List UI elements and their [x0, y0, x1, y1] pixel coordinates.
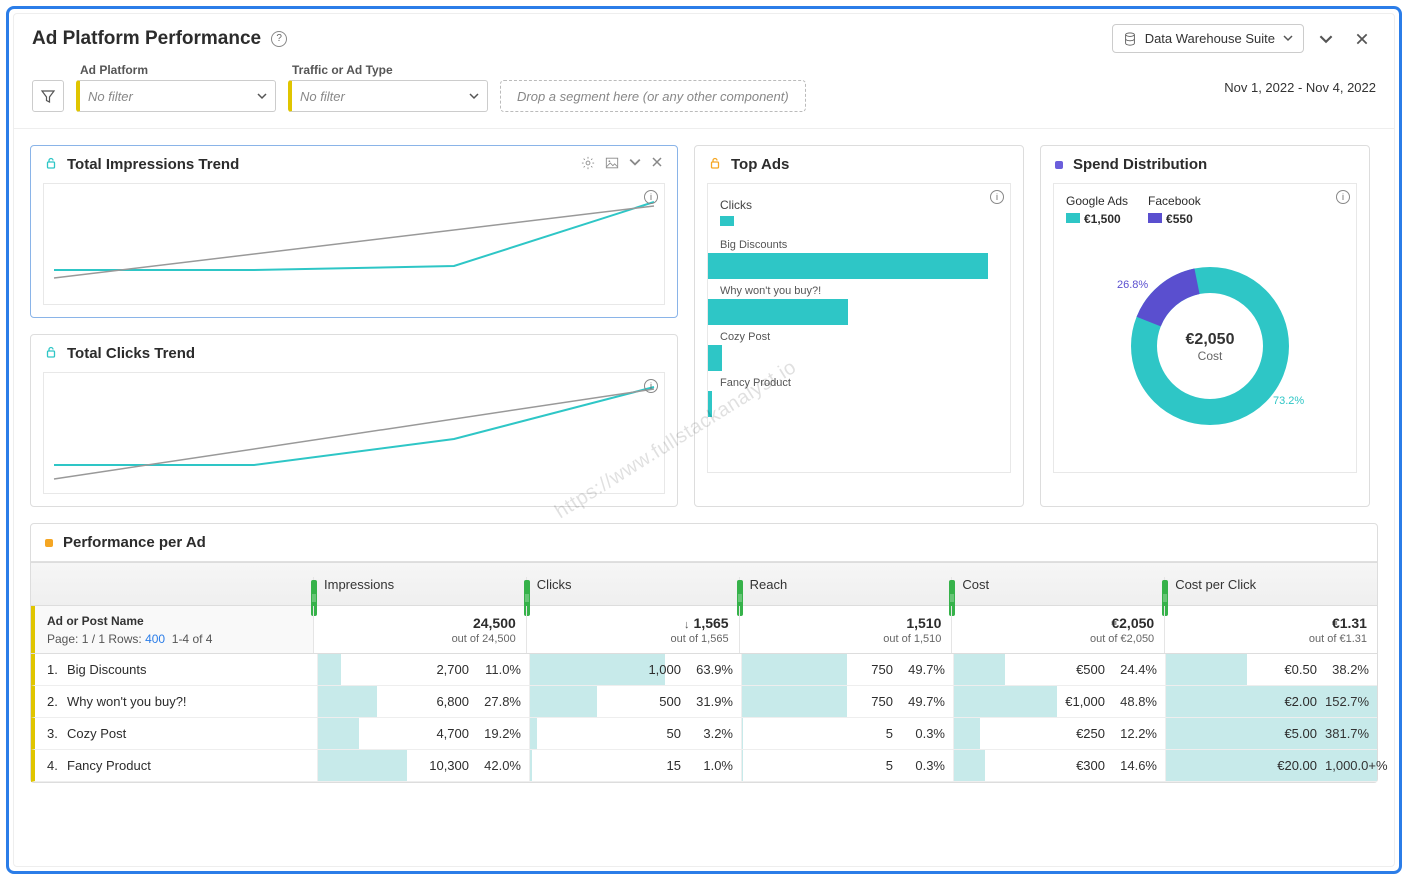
info-icon[interactable]: i — [1336, 190, 1350, 204]
panel-impressions-trend[interactable]: Total Impressions Trend i — [30, 145, 678, 318]
lock-icon — [709, 157, 721, 172]
bar-label: Why won't you buy?! — [708, 285, 1010, 297]
close-icon[interactable] — [1348, 25, 1376, 53]
panel-performance-per-ad[interactable]: Performance per Ad Impressions Clicks Re… — [30, 523, 1378, 783]
legend-google-name: Google Ads — [1066, 194, 1128, 208]
bar — [708, 253, 988, 279]
panel-dot — [1055, 161, 1063, 169]
filter-traffic[interactable]: No filter — [288, 80, 488, 112]
close-icon[interactable] — [651, 156, 663, 173]
gear-icon[interactable] — [581, 156, 595, 173]
panel-top-ads[interactable]: Top Ads i Clicks Big Discounts Why won't … — [694, 145, 1024, 507]
info-icon[interactable]: i — [644, 379, 658, 393]
panel-title: Spend Distribution — [1073, 156, 1207, 173]
spend-legend: Google Ads €1,500 Facebook €550 — [1066, 194, 1344, 226]
donut-center-label: Cost — [1198, 349, 1223, 363]
segment-dropzone[interactable]: Drop a segment here (or any other compon… — [500, 80, 806, 112]
col-cost[interactable]: Cost — [951, 577, 1164, 592]
chevron-down-icon — [469, 89, 479, 104]
bar-label: Fancy Product — [708, 377, 1010, 389]
impressions-trend-chart: i — [43, 183, 665, 305]
legend-swatch — [720, 216, 734, 226]
top-ads-chart: i Clicks Big Discounts Why won't you buy?… — [707, 183, 1011, 473]
database-icon — [1123, 32, 1137, 46]
donut-pct-ga: 73.2% — [1273, 395, 1304, 407]
header-bar: Ad Platform Performance ? Data Warehouse… — [14, 14, 1394, 53]
filter-bar: Ad Platform No filter Traffic or Ad Type… — [14, 53, 1394, 129]
lock-icon — [45, 157, 57, 172]
col-impressions[interactable]: Impressions — [313, 577, 526, 592]
row-dimension-label: Ad or Post Name — [47, 614, 313, 628]
legend-facebook-name: Facebook — [1148, 194, 1201, 208]
legend-label: Clicks — [720, 198, 752, 212]
filter-label-ad-platform: Ad Platform — [76, 63, 276, 77]
panel-spend-distribution[interactable]: Spend Distribution i Google Ads €1,500 F… — [1040, 145, 1370, 507]
spend-donut-chart: i Google Ads €1,500 Facebook €550 — [1053, 183, 1357, 473]
report-suite-label: Data Warehouse Suite — [1145, 31, 1275, 46]
collapse-icon[interactable] — [1312, 25, 1340, 53]
info-icon[interactable]: i — [644, 190, 658, 204]
table-header-row: Impressions Clicks Reach Cost Cost per C… — [31, 562, 1377, 606]
chevron-down-icon — [1283, 31, 1293, 46]
lock-icon — [45, 346, 57, 361]
table-row[interactable]: 3. Cozy Post4,70019.2%503.2%50.3%€25012.… — [31, 718, 1377, 750]
filter-label-traffic: Traffic or Ad Type — [288, 63, 488, 77]
filter-ad-platform[interactable]: No filter — [76, 80, 276, 112]
bar-label: Cozy Post — [708, 331, 1010, 343]
chevron-down-icon — [257, 89, 267, 104]
panel-title: Total Clicks Trend — [67, 345, 195, 362]
donut-center-value: €2,050 — [1186, 331, 1235, 348]
panel-title: Total Impressions Trend — [67, 156, 239, 173]
table-row[interactable]: 4. Fancy Product10,30042.0%151.0%50.3%€3… — [31, 750, 1377, 782]
panel-title: Performance per Ad — [63, 534, 206, 551]
donut-pct-fb: 26.8% — [1117, 279, 1148, 291]
bar — [708, 391, 712, 417]
bar-label: Big Discounts — [708, 239, 1010, 251]
legend-swatch-purple — [1148, 213, 1162, 223]
help-icon[interactable]: ? — [271, 31, 287, 47]
date-range[interactable]: Nov 1, 2022 - Nov 4, 2022 — [1224, 80, 1376, 95]
image-icon[interactable] — [605, 156, 619, 173]
page-title: Ad Platform Performance — [32, 28, 261, 50]
col-reach[interactable]: Reach — [739, 577, 952, 592]
bar — [708, 299, 848, 325]
panel-dot — [45, 539, 53, 547]
table-totals-row: Ad or Post Name Page: 1 / 1 Rows: 400 1-… — [31, 606, 1377, 654]
clicks-trend-chart: i — [43, 372, 665, 494]
table-row[interactable]: 2. Why won't you buy?!6,80027.8%50031.9%… — [31, 686, 1377, 718]
col-cpc[interactable]: Cost per Click — [1164, 577, 1377, 592]
filter-icon[interactable] — [32, 80, 64, 112]
table-row[interactable]: 1. Big Discounts2,70011.0%1,00063.9%7504… — [31, 654, 1377, 686]
panel-clicks-trend[interactable]: Total Clicks Trend i — [30, 334, 678, 507]
col-clicks[interactable]: Clicks — [526, 577, 739, 592]
info-icon[interactable]: i — [990, 190, 1004, 204]
legend-swatch-teal — [1066, 213, 1080, 223]
rows-per-page[interactable]: 400 — [145, 632, 165, 646]
panel-title: Top Ads — [731, 156, 789, 173]
chevron-down-icon[interactable] — [629, 156, 641, 173]
bar — [708, 345, 722, 371]
performance-table: Impressions Clicks Reach Cost Cost per C… — [31, 561, 1377, 782]
report-suite-selector[interactable]: Data Warehouse Suite — [1112, 24, 1304, 53]
